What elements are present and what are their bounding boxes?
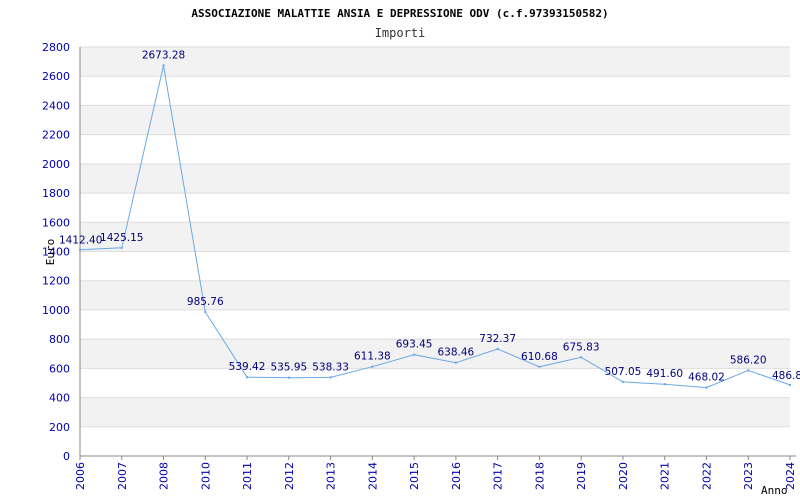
x-tick-label: 2022 <box>700 462 713 490</box>
data-label: 539.42 <box>229 361 266 373</box>
y-tick-label: 600 <box>49 362 70 375</box>
data-label: 486.8 <box>772 370 800 382</box>
data-point <box>120 246 123 250</box>
data-point <box>496 347 499 351</box>
data-point <box>663 382 666 386</box>
data-point <box>329 376 332 379</box>
chart: 1412.40 1425.15 2673.28 985.76 539.42 535.95 5… <box>0 0 800 500</box>
data-point <box>245 376 249 379</box>
plot-band <box>80 193 790 223</box>
data-point <box>454 361 458 364</box>
data-point <box>621 380 625 384</box>
x-tick-label: 2006 <box>74 462 87 490</box>
x-tick-label: 2014 <box>366 462 379 490</box>
y-tick-label: 2800 <box>42 41 70 54</box>
data-label: 675.83 <box>563 341 600 353</box>
plot-band <box>80 134 790 164</box>
data-label: 507.05 <box>605 366 642 378</box>
y-tick-label: 0 <box>63 450 70 463</box>
x-tick-label: 2018 <box>533 462 546 490</box>
y-tick-label: 400 <box>49 392 70 405</box>
y-tick-label: 1600 <box>42 216 70 229</box>
y-tick-label: 2400 <box>42 99 70 112</box>
data-label: 535.95 <box>270 362 307 374</box>
data-label: 985.76 <box>187 296 224 308</box>
x-tick-label: 2010 <box>199 462 212 490</box>
data-point <box>747 369 750 372</box>
plot-band <box>80 76 790 106</box>
plot-band <box>80 309 790 340</box>
data-point <box>204 310 207 314</box>
plot-band <box>80 251 790 281</box>
data-point <box>287 376 291 379</box>
plot-band <box>80 426 790 456</box>
y-tick-label: 1000 <box>42 304 70 317</box>
x-tick-label: 2023 <box>742 462 755 490</box>
x-tick-label: 2017 <box>492 462 505 490</box>
data-label: 2673.28 <box>142 50 185 62</box>
data-point <box>412 353 416 356</box>
data-label: 468.02 <box>688 372 725 384</box>
data-point <box>705 386 708 389</box>
data-label: 491.60 <box>646 368 683 380</box>
x-tick-label: 2008 <box>158 462 171 490</box>
data-label: 538.33 <box>312 361 349 373</box>
plot-band <box>80 397 790 427</box>
plot-band <box>80 47 790 77</box>
data-point <box>162 64 165 67</box>
data-point <box>78 248 82 251</box>
data-label: 611.38 <box>354 351 391 363</box>
x-tick-label: 2019 <box>575 462 588 490</box>
x-tick-label: 2021 <box>659 462 672 490</box>
plot-band <box>80 163 790 194</box>
data-label: 610.68 <box>521 351 558 363</box>
x-tick-label: 2013 <box>325 462 338 490</box>
data-label: 693.45 <box>396 339 433 351</box>
data-point <box>371 365 374 368</box>
x-tick-labels: 2006 2007 2008 2010 2011 2012 2013 2014 2015 2016… <box>74 462 797 490</box>
y-tick-label: 2600 <box>42 70 70 83</box>
data-label: 732.37 <box>479 333 516 345</box>
x-tick-label: 2012 <box>283 462 296 490</box>
y-tick-label: 2000 <box>42 158 70 171</box>
plot-band <box>80 222 790 252</box>
data-point <box>579 356 583 359</box>
x-tick-label: 2016 <box>450 462 463 490</box>
chart-subtitle: Importi <box>375 26 426 40</box>
y-tick-label: 1800 <box>42 187 70 200</box>
y-axis-title: Euro <box>44 239 57 266</box>
y-tick-label: 800 <box>49 333 70 346</box>
chart-svg: 1412.401425.152673.28985.76539.42 535.95 5… <box>42 7 800 497</box>
data-label: 1425.15 <box>100 232 143 244</box>
x-tick-label: 2020 <box>617 462 630 490</box>
plot-band <box>80 105 790 135</box>
plot-band <box>80 339 790 369</box>
y-tick-label: 200 <box>49 421 70 434</box>
x-tick-label: 2015 <box>408 462 421 490</box>
y-tick-label: 2200 <box>42 129 70 142</box>
x-tick-label: 2011 <box>241 462 254 490</box>
data-point <box>788 383 792 387</box>
data-point <box>538 365 541 368</box>
plot-band <box>80 368 790 398</box>
y-tick-label: 1200 <box>42 275 70 288</box>
data-label: 586.20 <box>730 354 767 366</box>
data-label: 638.46 <box>438 347 475 359</box>
chart-title: ASSOCIAZIONE MALATTIE ANSIA E DEPRESSION… <box>191 7 608 20</box>
x-axis-title: Anno <box>761 484 788 497</box>
x-tick-label: 2007 <box>116 462 129 490</box>
